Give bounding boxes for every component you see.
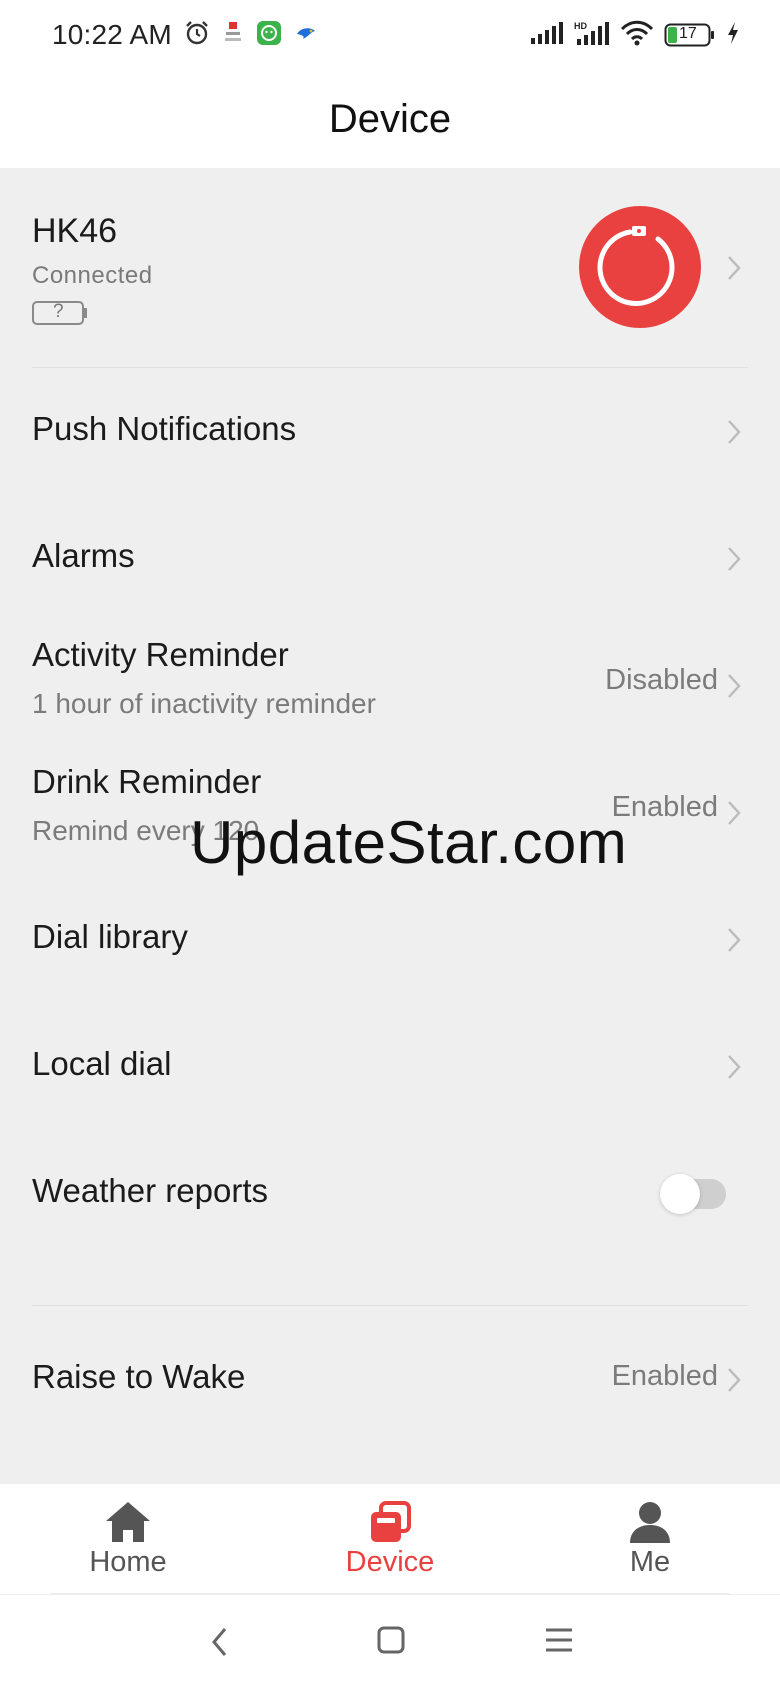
- status-bar: 10:22 AM HD 17: [0, 0, 780, 70]
- push-notifications-row[interactable]: Push Notifications: [0, 368, 780, 495]
- wechat-icon: [256, 20, 282, 51]
- dial-library-row[interactable]: Dial library: [0, 876, 780, 1003]
- row-value: Enabled: [611, 791, 718, 823]
- chevron-right-icon: [728, 1368, 741, 1392]
- nav-home[interactable]: Home: [48, 1492, 208, 1592]
- activity-reminder-row[interactable]: Activity Reminder 1 hour of inactivity r…: [0, 622, 780, 749]
- nav-label: Me: [629, 1546, 671, 1578]
- alarm-icon: [184, 20, 210, 51]
- nav-me[interactable]: Me: [570, 1492, 730, 1592]
- bird-app-icon: [294, 21, 318, 50]
- weather-reports-toggle[interactable]: [660, 1174, 726, 1214]
- chevron-right-icon: [728, 256, 741, 280]
- menu-icon[interactable]: [544, 1625, 574, 1660]
- system-nav: [0, 1595, 780, 1690]
- person-icon: [628, 1492, 672, 1544]
- weather-reports-row: Weather reports: [0, 1130, 780, 1257]
- toggle-knob: [660, 1174, 700, 1214]
- svg-text:HD: HD: [574, 21, 587, 31]
- signal-icon: [530, 21, 564, 50]
- device-status: Connected: [32, 262, 153, 289]
- device-battery-icon: ?: [32, 300, 88, 326]
- chevron-right-icon: [728, 420, 741, 444]
- row-subtitle: Remind every 120: [32, 815, 260, 846]
- device-card[interactable]: HK46 Connected ?: [0, 168, 780, 368]
- row-title: Raise to Wake: [32, 1358, 246, 1395]
- app-notification-icon: [222, 20, 244, 51]
- raise-to-wake-row[interactable]: Raise to Wake Enabled: [0, 1306, 780, 1433]
- nav-label: Device: [345, 1546, 435, 1578]
- row-title: Push Notifications: [32, 410, 297, 447]
- row-value: Enabled: [611, 1360, 718, 1392]
- row-value: Disabled: [605, 664, 718, 696]
- home-square-icon[interactable]: [376, 1625, 406, 1660]
- row-title: Activity Reminder: [32, 636, 289, 673]
- local-dial-row[interactable]: Local dial: [0, 1003, 780, 1130]
- chevron-right-icon: [728, 547, 741, 571]
- row-title: Local dial: [32, 1045, 172, 1082]
- device-icon: [368, 1492, 412, 1544]
- battery-status-icon: 17: [664, 22, 716, 48]
- back-icon[interactable]: [208, 1625, 232, 1664]
- device-name: HK46: [32, 212, 118, 250]
- alarms-row[interactable]: Alarms: [0, 495, 780, 622]
- bottom-nav: Home Device Me: [0, 1484, 780, 1594]
- device-battery-text: ?: [53, 301, 64, 322]
- wifi-icon: [620, 20, 654, 51]
- row-title: Dial library: [32, 918, 188, 955]
- battery-level-text: 17: [679, 25, 697, 42]
- nav-label: Home: [89, 1546, 167, 1578]
- nav-device[interactable]: Device: [310, 1492, 470, 1592]
- chevron-right-icon: [728, 928, 741, 952]
- chevron-right-icon: [728, 674, 741, 698]
- row-title: Weather reports: [32, 1172, 268, 1209]
- device-avatar: [579, 206, 701, 328]
- charging-icon: [726, 21, 740, 50]
- row-title: Drink Reminder: [32, 763, 262, 800]
- home-icon: [104, 1492, 152, 1544]
- row-title: Alarms: [32, 537, 135, 574]
- status-time: 10:22 AM: [52, 19, 172, 50]
- hd-signal-icon: HD: [574, 20, 610, 51]
- settings-list: HK46 Connected ? Push Notifications Alar…: [0, 168, 780, 1484]
- drink-reminder-row[interactable]: Drink Reminder Remind every 120 Enabled: [0, 749, 780, 876]
- page-title: Device: [328, 96, 452, 141]
- watch-icon: [597, 226, 675, 306]
- row-subtitle: 1 hour of inactivity reminder: [32, 688, 376, 719]
- chevron-right-icon: [728, 1055, 741, 1079]
- chevron-right-icon: [728, 801, 741, 825]
- header: Device: [0, 70, 780, 168]
